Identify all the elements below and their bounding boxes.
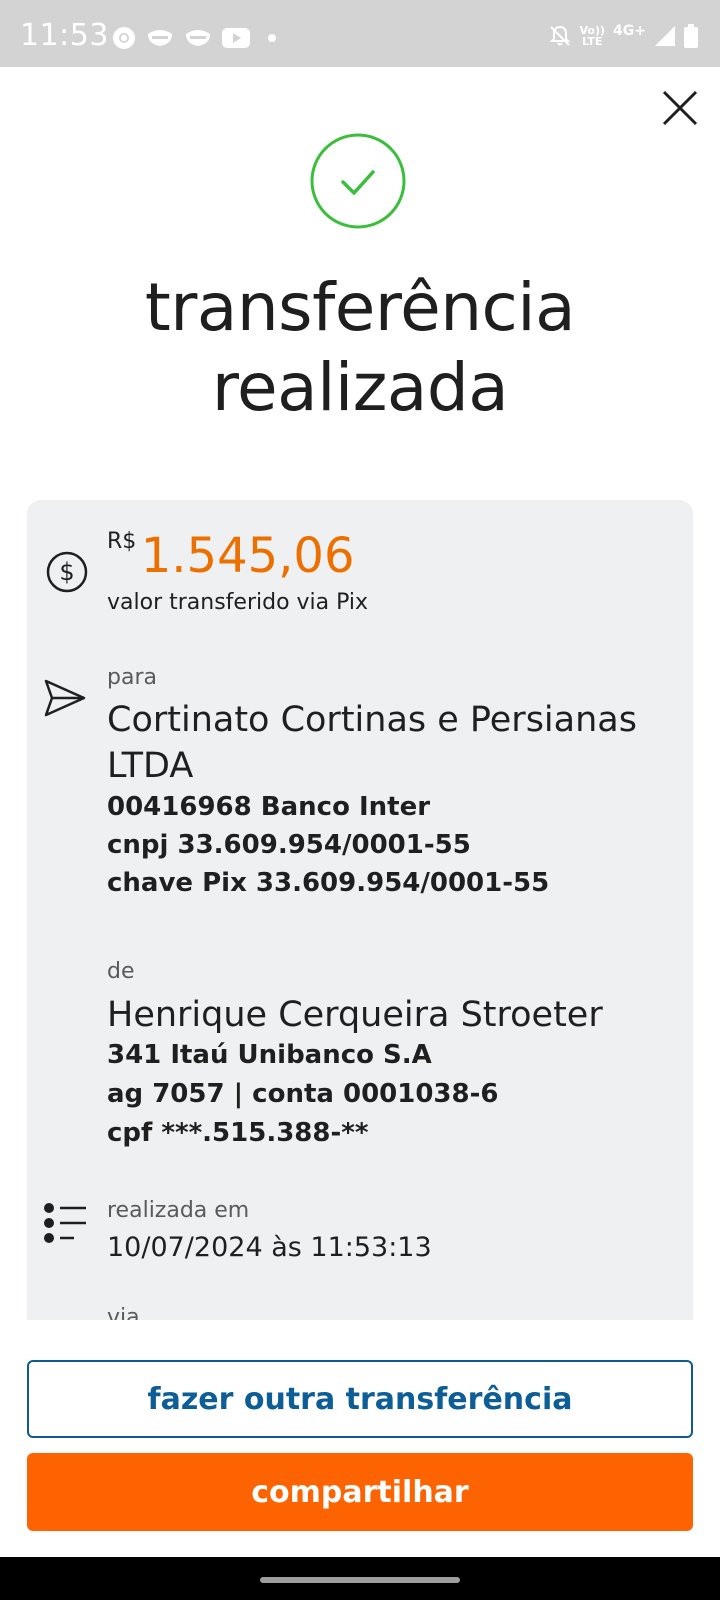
send-icon <box>44 679 86 717</box>
battery-icon <box>684 24 698 48</box>
receipt-card: $ R$ 1.545,06 valor transferido via Pix … <box>27 500 693 1320</box>
date-value: 10/07/2024 às 11:53:13 <box>107 1232 432 1263</box>
page-title: transferência realizada <box>0 268 720 428</box>
sender-document: cpf ***.515.388-** <box>107 1118 369 1148</box>
home-gesture-handle[interactable] <box>260 1577 460 1583</box>
next-row-label: via <box>107 1305 140 1320</box>
recipient-bank: 00416968 Banco Inter <box>107 792 431 822</box>
volte-indicator: Vo)) LTE <box>579 24 606 48</box>
amount-description: valor transferido via Pix <box>107 590 369 615</box>
date-label: realizada em <box>107 1198 250 1223</box>
sender-name: Henrique Cerqueira Stroeter <box>107 995 603 1035</box>
bell-muted-icon <box>549 25 570 46</box>
currency-symbol: R$ <box>107 529 137 554</box>
status-bar: 11:53 Vo)) LTE 4G+ <box>0 0 720 67</box>
recipient-label: para <box>107 665 157 690</box>
app-notification-icon <box>148 30 172 46</box>
network-type-label: 4G+ <box>613 23 646 39</box>
new-transfer-button[interactable]: fazer outra transferência <box>27 1360 693 1438</box>
close-icon[interactable] <box>660 88 700 128</box>
recipient-document: cnpj 33.609.954/0001-55 <box>107 830 471 860</box>
sender-account: ag 7057 | conta 0001038-6 <box>107 1079 499 1109</box>
signal-icon <box>655 26 675 46</box>
system-nav-bar <box>0 1557 720 1600</box>
amount-row: R$ 1.545,06 <box>107 528 355 584</box>
status-time: 11:53 <box>20 18 109 53</box>
recipient-name: Cortinato Cortinas e Persianas LTDA <box>107 700 637 786</box>
sender-label: de <box>107 959 135 984</box>
title-line-1: transferência <box>144 269 576 346</box>
system-icons: Vo)) LTE 4G+ <box>548 22 698 50</box>
sender-bank: 341 Itaú Unibanco S.A <box>107 1040 432 1070</box>
amount-value: 1.545,06 <box>140 528 355 584</box>
youtube-icon <box>222 28 250 48</box>
dollar-icon: $ <box>46 551 88 593</box>
share-button[interactable]: compartilhar <box>27 1453 693 1531</box>
title-line-2: realizada <box>211 349 509 426</box>
app-notification-icon <box>186 30 210 46</box>
notification-icons <box>112 24 276 52</box>
more-notifications-dot <box>268 34 276 42</box>
recipient-pix-key: chave Pix 33.609.954/0001-55 <box>107 868 550 898</box>
svg-text:$: $ <box>59 558 74 586</box>
list-icon <box>44 1203 86 1243</box>
chrome-icon <box>113 27 135 49</box>
success-check-icon <box>310 133 406 229</box>
